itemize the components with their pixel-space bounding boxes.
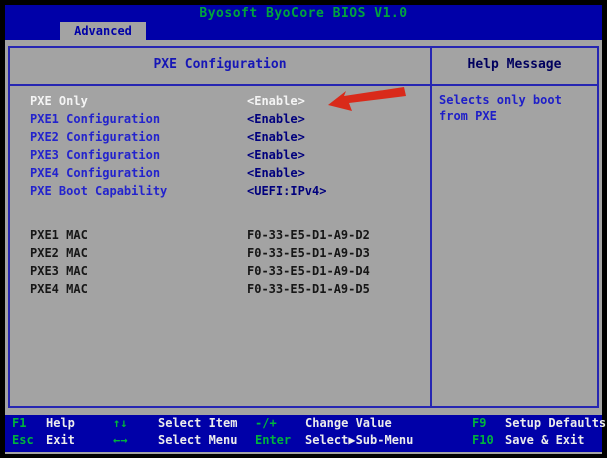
help-panel-title: Help Message bbox=[432, 57, 597, 72]
option-label: PXE4 Configuration bbox=[30, 164, 160, 182]
hotkey-minus-plus: -/+ bbox=[255, 415, 277, 432]
hotkey-enter: Enter bbox=[255, 432, 291, 449]
info-row-pxe2-mac: PXE2 MAC F0-33-E5-D1-A9-D3 bbox=[10, 244, 430, 262]
info-value: F0-33-E5-D1-A9-D3 bbox=[247, 244, 370, 262]
option-value[interactable]: <Enable> bbox=[247, 110, 305, 128]
option-pxe2-configuration[interactable]: PXE2 Configuration <Enable> bbox=[10, 128, 430, 146]
tab-advanced[interactable]: Advanced bbox=[60, 22, 146, 40]
option-label: PXE3 Configuration bbox=[30, 146, 160, 164]
option-value[interactable]: <UEFI:IPv4> bbox=[247, 182, 326, 200]
option-value[interactable]: <Enable> bbox=[247, 128, 305, 146]
option-pxe3-configuration[interactable]: PXE3 Configuration <Enable> bbox=[10, 146, 430, 164]
info-label: PXE1 MAC bbox=[30, 226, 88, 244]
red-arrow-icon bbox=[327, 86, 407, 111]
hotkey-f10: F10 bbox=[472, 432, 494, 449]
option-label: PXE1 Configuration bbox=[30, 110, 160, 128]
info-value: F0-33-E5-D1-A9-D2 bbox=[247, 226, 370, 244]
hotkey-leftright-icon: ←→ bbox=[113, 432, 127, 449]
option-label: PXE Only bbox=[30, 92, 88, 110]
spacer bbox=[10, 200, 430, 226]
hotkey-updown-icon: ↑↓ bbox=[113, 415, 127, 432]
section-title: PXE Configuration bbox=[10, 57, 430, 72]
option-label: PXE Boot Capability bbox=[30, 182, 167, 200]
info-label: PXE3 MAC bbox=[30, 262, 88, 280]
hotkey-label: Setup Defaults bbox=[505, 415, 606, 432]
main-panel: PXE Configuration Help Message PXE Only … bbox=[8, 46, 599, 408]
help-message-text: Selects only boot from PXE bbox=[439, 92, 599, 124]
info-row-pxe4-mac: PXE4 MAC F0-33-E5-D1-A9-D5 bbox=[10, 280, 430, 298]
hotkey-f1: F1 bbox=[12, 415, 26, 432]
info-row-pxe1-mac: PXE1 MAC F0-33-E5-D1-A9-D2 bbox=[10, 226, 430, 244]
hotkey-label: Select Item bbox=[158, 415, 237, 432]
hotkey-label: Select Menu bbox=[158, 432, 237, 449]
hotkey-f9: F9 bbox=[472, 415, 486, 432]
bios-title: Byosoft ByoCore BIOS V1.0 bbox=[5, 6, 602, 21]
hotkey-label: Save & Exit bbox=[505, 432, 584, 449]
info-value: F0-33-E5-D1-A9-D4 bbox=[247, 262, 370, 280]
hotkey-label: Exit bbox=[46, 432, 75, 449]
hotkey-label: Help bbox=[46, 415, 75, 432]
info-label: PXE4 MAC bbox=[30, 280, 88, 298]
hotkey-bar: F1 Help ↑↓ Select Item -/+ Change Value … bbox=[5, 415, 602, 452]
option-value[interactable]: <Enable> bbox=[247, 164, 305, 182]
bios-setup-screen: Byosoft ByoCore BIOS V1.0 Advanced PXE C… bbox=[0, 0, 607, 458]
hotkey-label: Select▶Sub-Menu bbox=[305, 432, 413, 449]
option-label: PXE2 Configuration bbox=[30, 128, 160, 146]
hotkey-row-1: F1 Help ↑↓ Select Item -/+ Change Value … bbox=[5, 415, 602, 432]
panel-divider bbox=[430, 48, 432, 406]
option-pxe1-configuration[interactable]: PXE1 Configuration <Enable> bbox=[10, 110, 430, 128]
hotkey-esc: Esc bbox=[12, 432, 34, 449]
option-value[interactable]: <Enable> bbox=[247, 146, 305, 164]
info-label: PXE2 MAC bbox=[30, 244, 88, 262]
option-list: PXE Only <Enable> PXE1 Configuration <En… bbox=[10, 92, 430, 298]
info-row-pxe3-mac: PXE3 MAC F0-33-E5-D1-A9-D4 bbox=[10, 262, 430, 280]
option-pxe-boot-capability[interactable]: PXE Boot Capability <UEFI:IPv4> bbox=[10, 182, 430, 200]
hotkey-row-2: Esc Exit ←→ Select Menu Enter Select▶Sub… bbox=[5, 432, 602, 449]
option-value[interactable]: <Enable> bbox=[247, 92, 305, 110]
info-value: F0-33-E5-D1-A9-D5 bbox=[247, 280, 370, 298]
hotkey-label: Change Value bbox=[305, 415, 392, 432]
option-pxe4-configuration[interactable]: PXE4 Configuration <Enable> bbox=[10, 164, 430, 182]
